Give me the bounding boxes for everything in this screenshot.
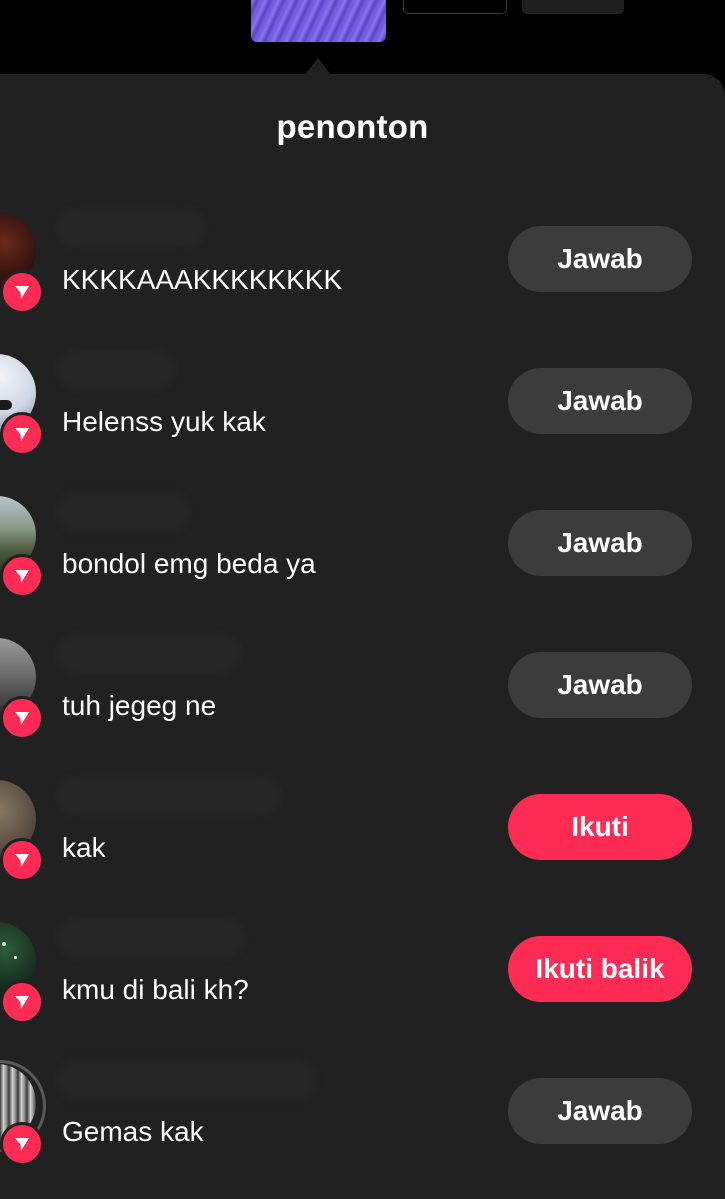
video-thumbnail[interactable] (251, 0, 386, 42)
username-redacted (56, 208, 206, 248)
message-text: tuh jegeg ne (62, 690, 217, 721)
list-item: kmu di bali kh? Ikuti balik (0, 918, 725, 1064)
reply-button[interactable]: Jawab (508, 510, 692, 576)
username-redacted (56, 492, 191, 532)
send-arrow-icon (0, 838, 44, 882)
message-text: Gemas kak (62, 1116, 204, 1147)
reply-button[interactable]: Jawab (508, 652, 692, 718)
send-arrow-icon (0, 980, 44, 1024)
message-text: kmu di bali kh? (62, 974, 249, 1005)
reply-button[interactable]: Jawab (508, 368, 692, 434)
viewers-screen: penonton KKKKAAAKKKKKKKK Jawab Helenss y… (0, 0, 725, 1199)
reply-button[interactable]: Jawab (508, 1078, 692, 1144)
video-thumbnail-3[interactable] (522, 0, 624, 14)
send-arrow-icon (0, 412, 44, 456)
username-redacted (56, 1060, 316, 1100)
send-arrow-icon (0, 696, 44, 740)
send-arrow-icon (0, 270, 44, 314)
send-arrow-icon (0, 554, 44, 598)
video-strip (0, 0, 725, 76)
follow-button[interactable]: Ikuti (508, 794, 692, 860)
list-item: KKKKAAAKKKKKKKK Jawab (0, 208, 725, 354)
username-redacted (56, 776, 281, 816)
send-arrow-icon (0, 1122, 44, 1166)
message-text: KKKKAAAKKKKKKKK (62, 264, 343, 295)
list-item: Gemas kak Jawab (0, 1060, 725, 1199)
reply-button[interactable]: Jawab (508, 226, 692, 292)
username-redacted (56, 350, 176, 390)
username-redacted (56, 918, 246, 958)
video-thumbnail-2[interactable] (403, 0, 507, 14)
follow-back-button[interactable]: Ikuti balik (508, 936, 692, 1002)
list-item: tuh jegeg ne Jawab (0, 634, 725, 780)
list-item: Helenss yuk kak Jawab (0, 350, 725, 496)
message-text: kak (62, 832, 106, 863)
panel-title: penonton (276, 108, 429, 145)
message-text: Helenss yuk kak (62, 406, 266, 437)
list-item: bondol emg beda ya Jawab (0, 492, 725, 638)
username-redacted (56, 634, 241, 674)
list-item: kak Ikuti (0, 776, 725, 922)
message-text: bondol emg beda ya (62, 548, 316, 579)
